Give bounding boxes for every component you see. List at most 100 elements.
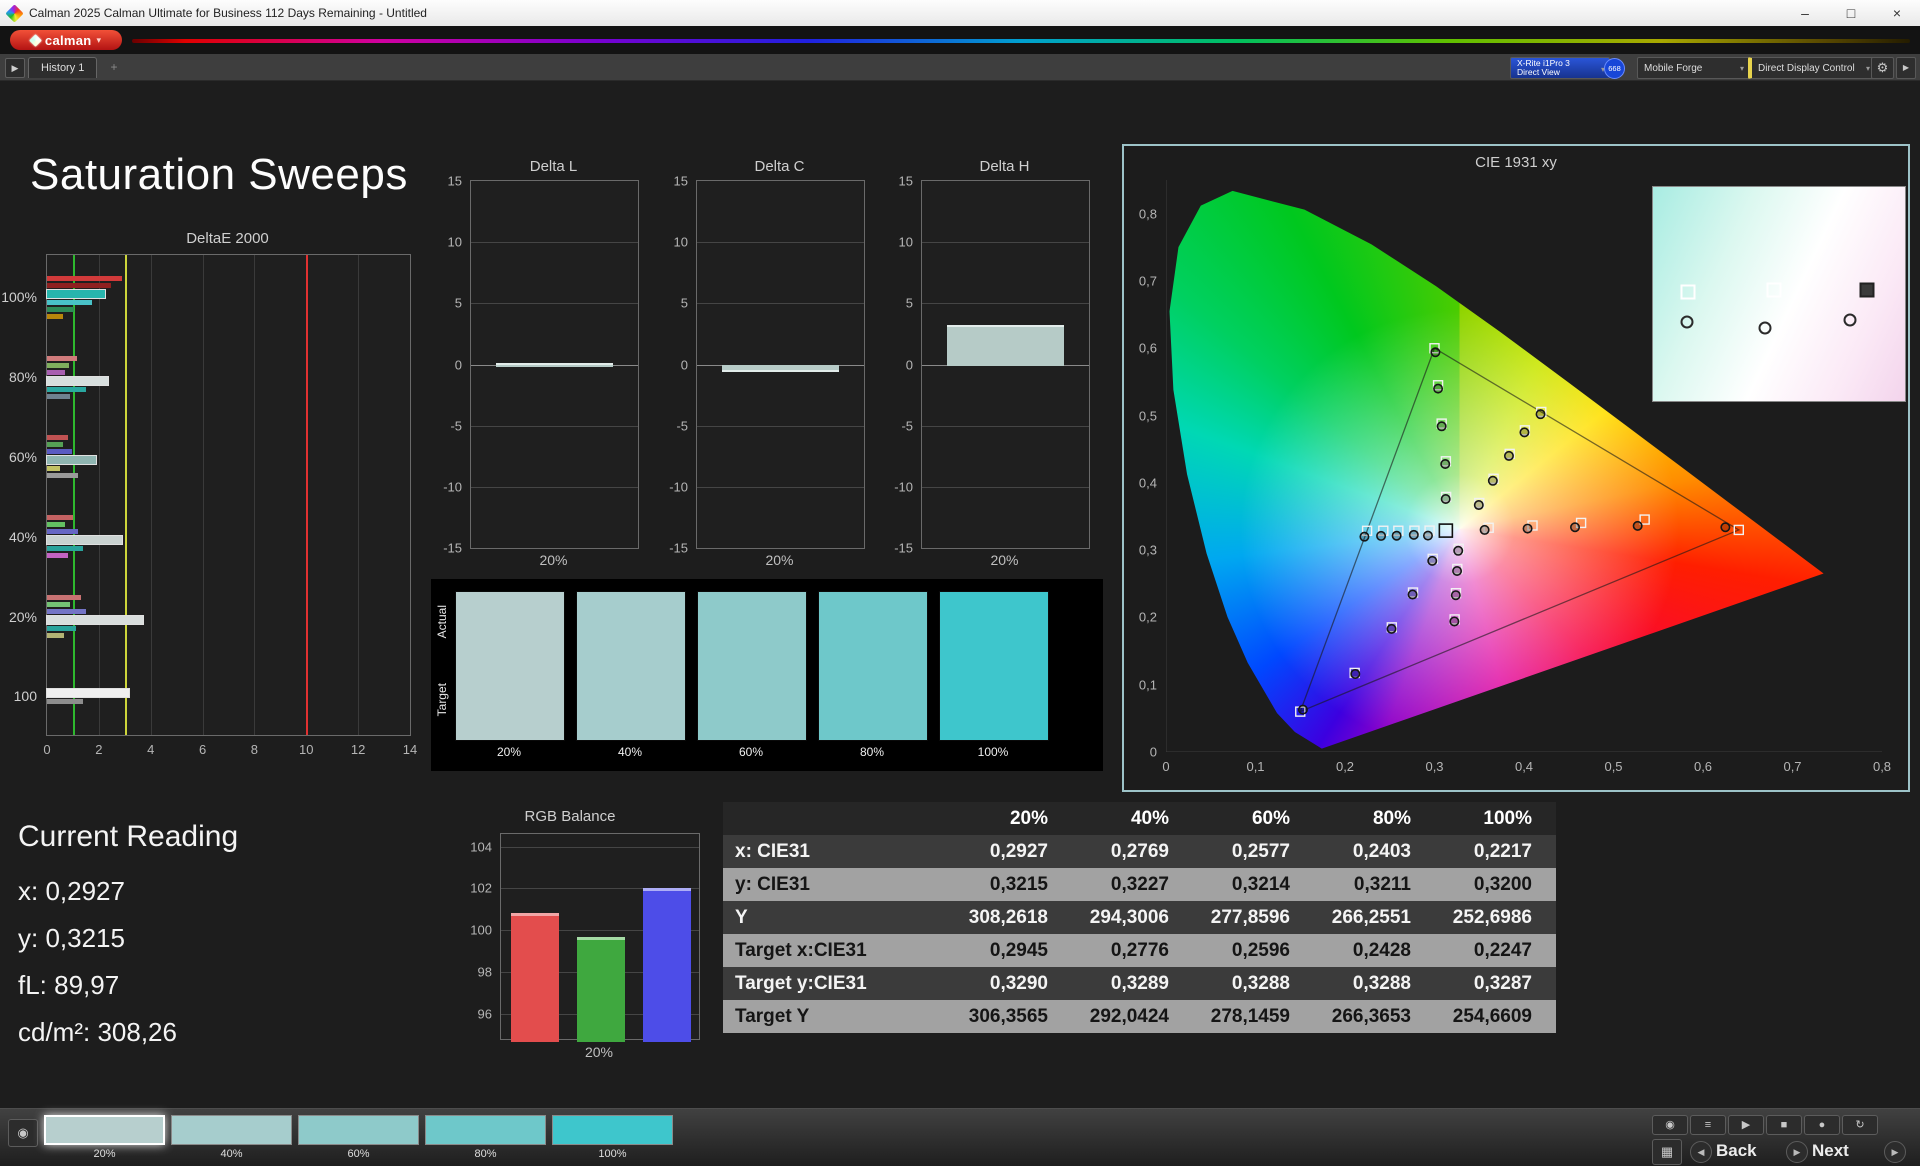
maximize-button[interactable]: □ xyxy=(1828,0,1874,26)
meter-dropdown[interactable]: X-Rite i1Pro 3 Direct View ▾ xyxy=(1510,57,1610,79)
delta-c-plot: 15 10 5 0 -5 -10 -15 xyxy=(669,174,865,556)
record-icon-button[interactable]: ● xyxy=(1804,1115,1840,1135)
reading-cdm2: cd/m²: 308,26 xyxy=(18,1017,177,1047)
delta-c-title: Delta C xyxy=(754,158,805,175)
source-label: Mobile Forge xyxy=(1644,62,1703,74)
preset-label: 80% xyxy=(474,1148,497,1160)
table-cell: 0,3227 xyxy=(1072,868,1193,901)
deltae-plot: 0 2 4 6 8 10 12 14 100% 80% 60% 40% 20% 100 xyxy=(1,254,417,757)
swatch-label: 40% xyxy=(617,745,643,759)
close-button[interactable]: × xyxy=(1874,0,1920,26)
x-tick-label: 0,3 xyxy=(1425,759,1444,774)
eye-icon-button[interactable]: ◉ xyxy=(1652,1115,1688,1135)
gridline xyxy=(471,242,638,244)
source-dropdown[interactable]: Mobile Forge ▾ xyxy=(1637,57,1751,79)
gridline xyxy=(922,425,1089,427)
swatch-60% xyxy=(697,591,807,741)
deltae-bar xyxy=(47,282,111,288)
calman-logo[interactable]: calman ▾ xyxy=(10,30,122,50)
display-control-dropdown[interactable]: Direct Display Control ▾ xyxy=(1748,57,1877,79)
back-button[interactable]: Back xyxy=(1716,1141,1757,1161)
inset-measured-circle xyxy=(1758,321,1772,335)
preset-button-60%[interactable]: 60% xyxy=(298,1113,419,1163)
brand-text: calman xyxy=(44,32,92,48)
x-tick-label: 10 xyxy=(299,742,314,757)
settings-gear-button[interactable]: ⚙ xyxy=(1871,57,1894,79)
y-tick-label: -10 xyxy=(443,479,462,495)
gridline xyxy=(98,255,100,735)
deltae-bar xyxy=(47,362,70,368)
table-cell: 100% xyxy=(1435,802,1556,835)
table-cell: 0,3214 xyxy=(1193,868,1314,901)
table-cell: x: CIE31 xyxy=(723,835,951,868)
preset-button-40%[interactable]: 40% xyxy=(171,1113,292,1163)
preset-button-100%[interactable]: 100% xyxy=(552,1113,673,1163)
layout-button[interactable]: ▦ xyxy=(1652,1139,1682,1165)
app-window: Calman 2025 Calman Ultimate for Business… xyxy=(0,0,1920,1166)
titlebar: Calman 2025 Calman Ultimate for Business… xyxy=(0,0,1920,27)
table-cell: 294,3006 xyxy=(1072,901,1193,934)
x-tick-label: 12 xyxy=(350,742,366,757)
inset-target-square xyxy=(1680,284,1696,300)
x-tick-label: 0 xyxy=(43,742,51,757)
table-cell: 0,2217 xyxy=(1435,835,1556,868)
table-cell: 278,1459 xyxy=(1193,1000,1314,1033)
gridline xyxy=(697,425,864,427)
y-tick-label: 5 xyxy=(905,295,913,311)
chevron-down-icon: ▾ xyxy=(1865,63,1870,73)
deltae-title: DeltaE 2000 xyxy=(186,230,269,247)
table-cell: 0,2776 xyxy=(1072,934,1193,967)
deltae-bar xyxy=(47,473,79,479)
y-tick-label: 0,5 xyxy=(1138,408,1157,424)
deltae-bar xyxy=(47,289,106,298)
add-tab-button[interactable]: + xyxy=(106,59,122,75)
tab-history[interactable]: History 1 xyxy=(28,57,98,78)
bottom-bar: ◉ ▦ ◀ Back ▶ Next ▶ 20% 40% 60% 80% 100% ◉ ≡ ▶ ■… xyxy=(0,1108,1920,1166)
y-tick-label: 15 xyxy=(898,173,913,189)
y-group-label: 100 xyxy=(13,688,37,705)
stop-icon-button[interactable]: ■ xyxy=(1766,1115,1802,1135)
preset-button-20%[interactable]: 20% xyxy=(44,1113,165,1163)
y-tick-label: -5 xyxy=(676,418,688,434)
loop-audio-button[interactable]: ▶ xyxy=(1884,1141,1906,1163)
expand-button[interactable]: ▶ xyxy=(5,58,25,78)
meter-mode: Direct View xyxy=(1517,67,1560,77)
swatch-label: 20% xyxy=(496,745,522,759)
eye-button[interactable]: ◉ xyxy=(8,1119,38,1147)
play-icon-button[interactable]: ▶ xyxy=(1728,1115,1764,1135)
current-reading-title: Current Reading xyxy=(18,820,239,853)
gridline xyxy=(254,255,256,735)
table-cell: 0,3288 xyxy=(1193,967,1314,1000)
deltae-bar xyxy=(47,536,123,545)
gridline xyxy=(501,846,699,848)
gridline xyxy=(697,242,864,244)
deltae-bar xyxy=(47,369,66,375)
deltae-bar xyxy=(47,306,75,312)
y-tick-label: 5 xyxy=(680,295,688,311)
next-button[interactable]: Next xyxy=(1812,1141,1849,1161)
preset-label: 100% xyxy=(598,1148,627,1160)
y-group-label: 20% xyxy=(8,608,37,625)
swatch-label: 100% xyxy=(977,745,1009,759)
y-tick-label: 0,4 xyxy=(1138,475,1157,491)
y-tick-label: 98 xyxy=(477,964,492,980)
gridline xyxy=(922,486,1089,488)
table-cell: 292,0424 xyxy=(1072,1000,1193,1033)
y-tick-label: -5 xyxy=(901,418,913,434)
next-audio-button[interactable]: ▶ xyxy=(1786,1141,1808,1163)
minimize-button[interactable]: – xyxy=(1782,0,1828,26)
loop-icon-button[interactable]: ↻ xyxy=(1842,1115,1878,1135)
y-tick-label: 100 xyxy=(470,922,492,938)
actual-target-strip: Actual Target 20% 40% 60% 80% 100% xyxy=(431,579,1103,771)
logo-bar: calman ▾ xyxy=(0,26,1920,54)
x-tick-label: 0,7 xyxy=(1783,759,1802,774)
inset-measured-circle xyxy=(1843,313,1857,327)
deltae-bar xyxy=(47,698,84,704)
panel-toggle-button[interactable]: ▶ xyxy=(1896,57,1916,79)
preset-button-80%[interactable]: 80% xyxy=(425,1113,546,1163)
playlist-icon-button[interactable]: ≡ xyxy=(1690,1115,1726,1135)
gridline xyxy=(150,255,152,735)
back-audio-button[interactable]: ◀ xyxy=(1690,1141,1712,1163)
y-tick-label: -15 xyxy=(894,540,913,556)
y-tick-label: 0 xyxy=(680,357,688,372)
